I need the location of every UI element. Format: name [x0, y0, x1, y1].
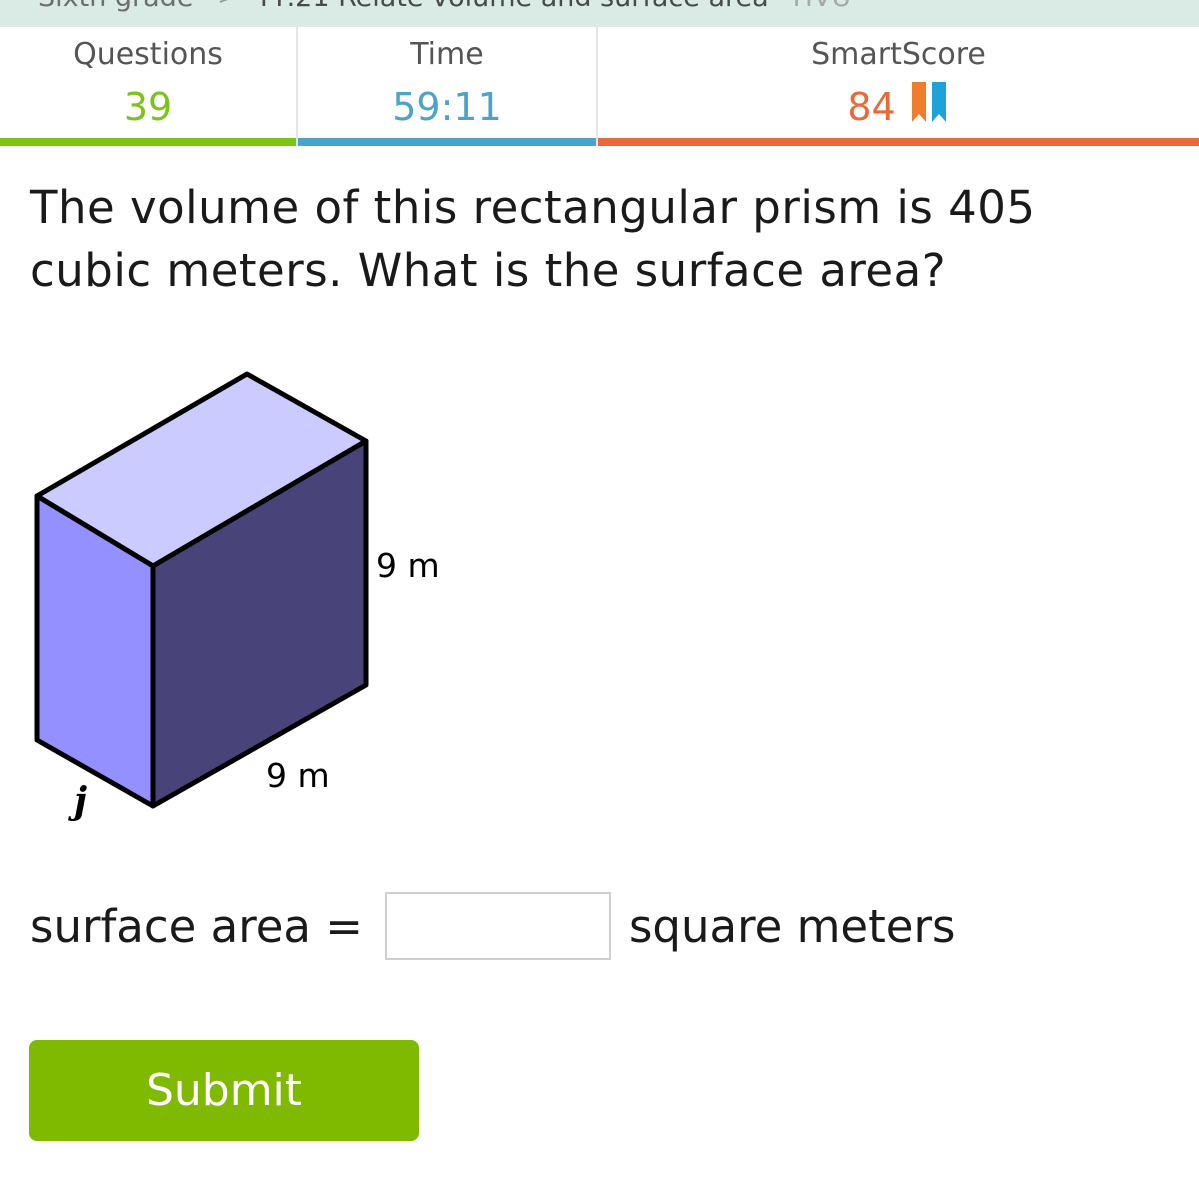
breadcrumb-content: Sixth grade > FF.21 Relate volume and su… — [38, 0, 851, 13]
questions-stat: Questions 39 — [0, 27, 298, 146]
question-text: The volume of this rectangular prism is … — [30, 181, 1036, 297]
answer-row: surface area = square meters — [30, 888, 955, 964]
width-label: 9 m — [266, 756, 330, 795]
depth-label: j — [68, 780, 87, 822]
breadcrumb-grade[interactable]: Sixth grade — [38, 0, 193, 13]
answer-suffix: square meters — [628, 899, 956, 953]
time-stat: Time 59:11 — [298, 27, 598, 146]
breadcrumb-skill-code: HVU — [793, 0, 852, 13]
answer-prefix: surface area = — [30, 899, 363, 953]
surface-area-input[interactable] — [384, 892, 611, 960]
breadcrumb-skill: FF.21 Relate volume and surface area — [260, 0, 769, 13]
prism-figure: 9 m 9 m j — [0, 360, 520, 830]
submit-button[interactable]: Submit — [29, 1040, 419, 1141]
smartscore-underline — [598, 138, 1199, 146]
breadcrumb: Sixth grade > FF.21 Relate volume and su… — [0, 0, 1199, 27]
smartscore-value-row: 84 — [598, 82, 1199, 133]
height-label: 9 m — [376, 546, 440, 585]
time-label: Time — [410, 37, 484, 72]
smartscore-stat: SmartScore 84 — [598, 27, 1199, 146]
smartscore-label: SmartScore — [811, 37, 986, 72]
time-underline — [298, 138, 596, 146]
questions-underline — [0, 138, 296, 146]
time-value: 59:11 — [392, 85, 502, 129]
bookmark-icon — [910, 80, 950, 133]
practice-page: Sixth grade > FF.21 Relate volume and su… — [0, 0, 1199, 1200]
smartscore-value: 84 — [847, 85, 896, 129]
questions-value: 39 — [123, 85, 173, 129]
questions-label: Questions — [73, 37, 223, 72]
chevron-right-icon: > — [217, 0, 235, 10]
prism-diagram: 9 m 9 m j — [34, 371, 440, 822]
stats-bar: Questions 39 Time 59:11 SmartScore 84 — [0, 27, 1199, 146]
